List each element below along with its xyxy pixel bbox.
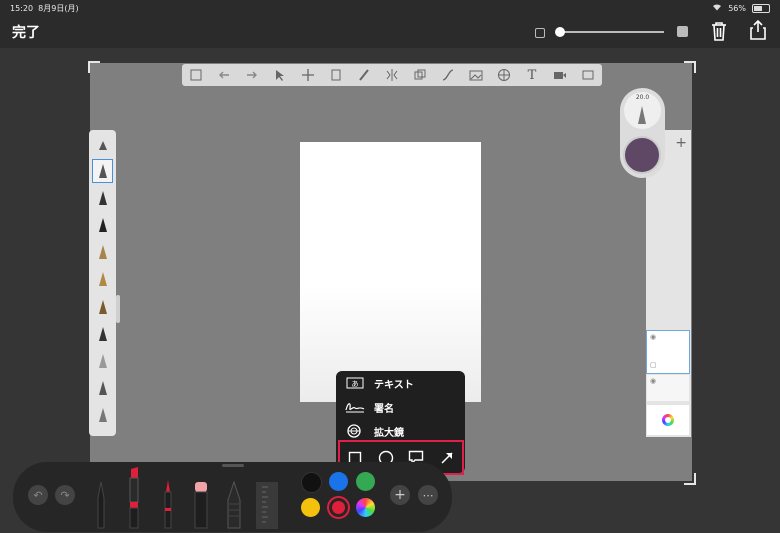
corner-handle[interactable] <box>684 61 696 73</box>
zoom-large-icon <box>677 26 688 37</box>
current-color-swatch[interactable] <box>623 136 661 174</box>
corner-handle[interactable] <box>684 473 696 485</box>
menu-item-label: 署名 <box>374 403 394 415</box>
zoom-small-icon <box>535 28 545 38</box>
curve-icon[interactable] <box>440 67 456 83</box>
brush-marker-icon[interactable] <box>93 241 112 263</box>
brush-tip-icon <box>638 106 646 124</box>
layer-thumbnail-2[interactable]: ◉ <box>647 375 689 401</box>
image-icon[interactable] <box>468 67 484 83</box>
menu-item-label: テキスト <box>374 379 414 391</box>
date-text: 8月9日(月) <box>38 4 79 13</box>
trash-icon[interactable] <box>708 20 730 42</box>
eye-icon[interactable]: ◉ <box>650 333 656 341</box>
lock-icon[interactable]: ▢ <box>650 361 657 369</box>
text-icon[interactable]: T <box>524 67 540 83</box>
add-tool-button[interactable]: + <box>390 485 410 505</box>
done-button[interactable]: 完了 <box>12 22 40 42</box>
signature-icon <box>336 400 374 414</box>
menu-item-label: 拡大鏡 <box>374 427 404 439</box>
share-icon[interactable] <box>746 18 770 42</box>
color-swatch-red-selected[interactable] <box>327 496 350 519</box>
eye-icon[interactable]: ◉ <box>650 377 656 385</box>
brush-gpen-icon[interactable] <box>93 214 112 236</box>
fill-icon[interactable] <box>412 67 428 83</box>
svg-text:あ: あ <box>352 380 359 388</box>
brush-watercolor-icon[interactable] <box>93 296 112 318</box>
status-right: 56% <box>712 3 770 13</box>
zoom-slider-track[interactable] <box>556 31 664 33</box>
color-wheel-icon <box>662 414 674 426</box>
dock-grip[interactable] <box>222 464 244 467</box>
redo-button[interactable]: ↷ <box>55 485 75 505</box>
time-text: 15:20 <box>10 4 34 13</box>
zoom-slider-knob[interactable] <box>555 27 565 37</box>
ruler-tool-icon[interactable] <box>256 482 278 529</box>
brush-size-value: 20.0 <box>635 94 650 101</box>
status-time: 15:20 8月9日(月) <box>10 3 79 14</box>
more-options-button[interactable]: ⋯ <box>418 485 438 505</box>
redo-icon[interactable] <box>244 67 260 83</box>
marker-tool-icon[interactable] <box>126 466 142 530</box>
color-wheel-swatch[interactable] <box>356 498 375 517</box>
battery-icon <box>752 3 770 13</box>
hide-icon[interactable] <box>580 67 596 83</box>
symmetry-icon[interactable] <box>384 67 400 83</box>
color-swatch-green[interactable] <box>356 472 375 491</box>
text-box-icon: あ <box>336 377 374 389</box>
wifi-icon <box>712 3 722 13</box>
brush-rail <box>89 130 116 436</box>
grid-icon[interactable] <box>496 67 512 83</box>
menu-item-signature[interactable]: 署名 <box>336 395 465 419</box>
selected-color-dot <box>332 501 345 514</box>
pencil-tool-icon[interactable] <box>93 478 109 530</box>
brush-icon[interactable] <box>356 67 372 83</box>
color-swatch-blue[interactable] <box>329 472 348 491</box>
menu-item-text[interactable]: あ テキスト <box>336 371 465 395</box>
layer-thumbnail-1[interactable]: ◉ ▢ <box>646 330 690 374</box>
top-bar: 15:20 8月9日(月) 56% 完了 <box>0 0 780 48</box>
corner-handle[interactable] <box>88 61 100 73</box>
transform-icon[interactable] <box>328 67 344 83</box>
pattern-brush-tool-icon[interactable] <box>225 480 243 530</box>
undo-icon[interactable] <box>216 67 232 83</box>
brush-settings-icon[interactable] <box>93 134 112 156</box>
color-picker-button[interactable] <box>647 405 689 435</box>
color-swatch-yellow[interactable] <box>301 498 320 517</box>
gallery-icon[interactable] <box>188 67 204 83</box>
brush-pencil-icon[interactable] <box>92 159 113 183</box>
eraser-tool-icon[interactable] <box>192 480 210 530</box>
brush-pen-icon[interactable] <box>93 187 112 209</box>
color-swatch-black[interactable] <box>301 472 322 493</box>
arrow-icon[interactable] <box>438 449 456 467</box>
eraser-icon[interactable] <box>93 404 112 426</box>
drawing-paper[interactable] <box>300 142 481 402</box>
brush-pen-tool-icon[interactable] <box>160 478 176 530</box>
brush-fill-icon[interactable] <box>93 377 112 399</box>
brush-airbrush-icon[interactable] <box>93 323 112 345</box>
brush-ink-icon[interactable] <box>93 268 112 290</box>
rail-handle[interactable] <box>116 295 120 323</box>
select-icon[interactable] <box>272 67 288 83</box>
magnifier-icon <box>336 423 374 439</box>
battery-percent: 56% <box>728 3 746 13</box>
video-icon[interactable] <box>552 67 568 83</box>
tool-tray: T <box>182 64 602 86</box>
move-icon[interactable] <box>300 67 316 83</box>
brush-blur-icon[interactable] <box>93 350 112 372</box>
undo-button[interactable]: ↶ <box>28 485 48 505</box>
